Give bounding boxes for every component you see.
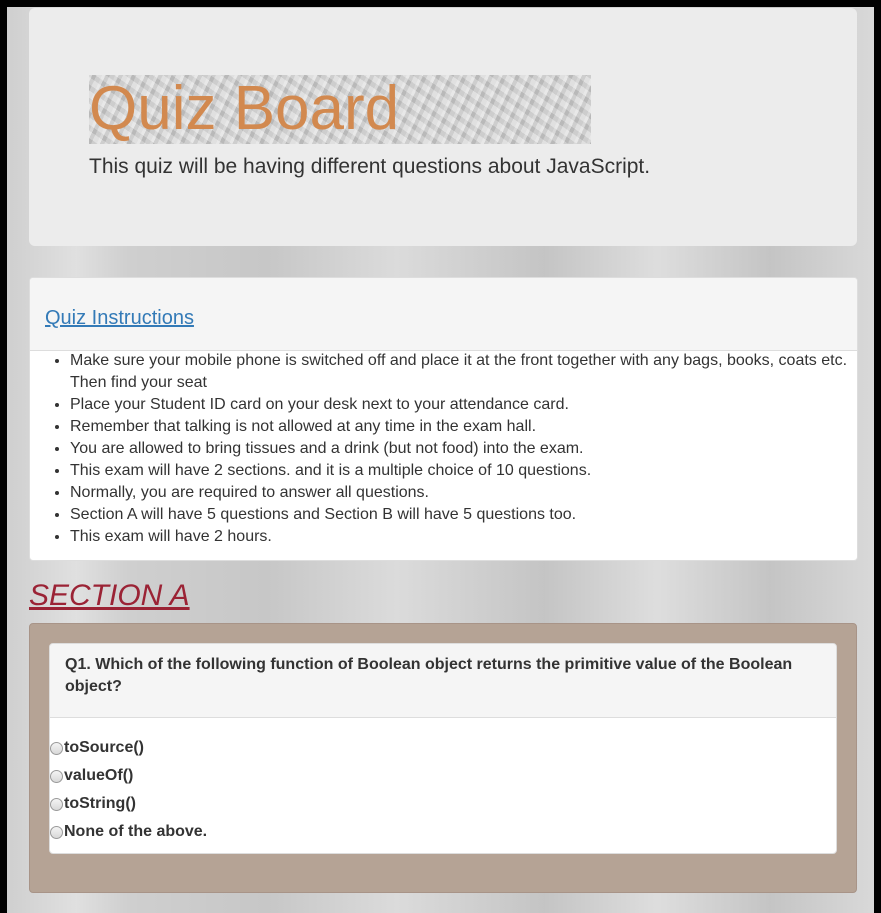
options-group: toSource() valueOf() toString() None of … (50, 739, 207, 851)
question-text: Q1. Which of the following function of B… (50, 644, 836, 718)
instruction-item: Place your Student ID card on your desk … (70, 394, 857, 416)
option-label[interactable]: toString() (64, 795, 136, 813)
instruction-item: Section A will have 5 questions and Sect… (70, 504, 857, 526)
instruction-item: Make sure your mobile phone is switched … (70, 350, 857, 394)
section-a-title: SECTION A (29, 579, 190, 612)
option-radio[interactable] (50, 770, 63, 783)
instructions-panel: Quiz Instructions Make sure your mobile … (29, 277, 858, 561)
instructions-link[interactable]: Quiz Instructions (45, 307, 194, 330)
option-label[interactable]: valueOf() (64, 767, 133, 785)
option-row: None of the above. (50, 823, 207, 851)
option-radio[interactable] (50, 798, 63, 811)
option-row: toString() (50, 795, 207, 823)
instruction-item: Normally, you are required to answer all… (70, 482, 857, 504)
instruction-item: Remember that talking is not allowed at … (70, 416, 857, 438)
header-jumbotron: Quiz Board This quiz will be having diff… (29, 8, 857, 246)
option-radio[interactable] (50, 742, 63, 755)
page-subtitle: This quiz will be having different quest… (89, 155, 651, 178)
page: Quiz Board This quiz will be having diff… (7, 7, 874, 913)
instructions-heading: Quiz Instructions (30, 278, 857, 351)
instructions-list: Make sure your mobile phone is switched … (30, 350, 857, 548)
option-label[interactable]: toSource() (64, 739, 144, 757)
option-label[interactable]: None of the above. (64, 823, 207, 841)
page-title: Quiz Board (89, 74, 400, 143)
question-panel: Q1. Which of the following function of B… (49, 643, 837, 854)
title-banner: Quiz Board (89, 74, 591, 144)
option-row: toSource() (50, 739, 207, 767)
question-card: Q1. Which of the following function of B… (29, 623, 857, 893)
instruction-item: This exam will have 2 hours. (70, 526, 857, 548)
instruction-item: This exam will have 2 sections. and it i… (70, 460, 857, 482)
option-radio[interactable] (50, 826, 63, 839)
option-row: valueOf() (50, 767, 207, 795)
instruction-item: You are allowed to bring tissues and a d… (70, 438, 857, 460)
